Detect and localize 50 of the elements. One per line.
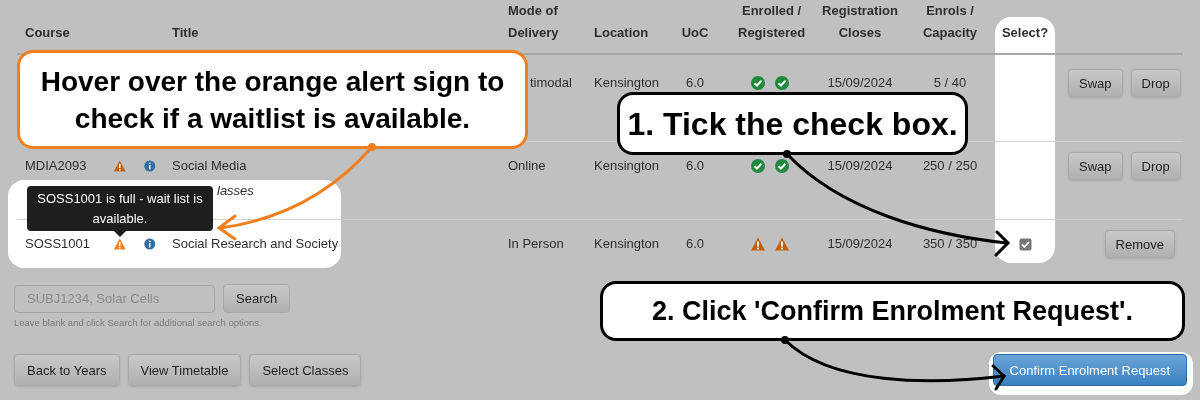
- course-code: MDIA2093: [25, 158, 87, 173]
- enrolment-count: 5 / 40: [933, 75, 967, 90]
- course-code: SOSS1001: [25, 236, 91, 251]
- callout: 2. Click 'Confirm Enrolment Request'.: [600, 281, 1185, 341]
- info-icon[interactable]: [142, 236, 156, 252]
- info-icon[interactable]: [142, 158, 156, 174]
- row-action-button[interactable]: Drop: [1130, 152, 1181, 180]
- column-header: Mode of Delivery: [508, 2, 560, 42]
- tooltip-pointer: [114, 231, 126, 237]
- delivery-mode: timodal: [530, 75, 572, 90]
- course-title: Social Media: [172, 157, 248, 175]
- location: Kensington: [594, 236, 660, 251]
- row-action-button[interactable]: Drop: [1130, 69, 1181, 97]
- enrolment-count: 250 / 250: [922, 158, 978, 173]
- column-header: Registration Closes: [821, 2, 899, 42]
- search-button[interactable]: Search: [223, 284, 291, 313]
- column-header: Location: [594, 24, 649, 42]
- warning-icon[interactable]: [774, 236, 790, 252]
- column-header: Title: [172, 24, 199, 42]
- location: Kensington: [594, 75, 660, 90]
- callout: 1. Tick the check box.: [617, 92, 968, 155]
- footer-button[interactable]: Select Classes: [249, 354, 362, 387]
- warning-icon[interactable]: [750, 236, 766, 252]
- course-note: lasses: [217, 182, 255, 200]
- course-title: Social Research and Society: [172, 235, 340, 253]
- delivery-mode: Online: [508, 158, 546, 173]
- search-hint: Leave blank and click Search for additional search options.: [14, 316, 263, 330]
- units-of-credit: 6.0: [685, 236, 705, 251]
- row-action-button[interactable]: Remove: [1104, 230, 1175, 258]
- footer-button[interactable]: Back to Years: [14, 354, 120, 387]
- units-of-credit: 6.0: [685, 75, 705, 90]
- location: Kensington: [594, 158, 660, 173]
- units-of-credit: 6.0: [685, 158, 705, 173]
- column-header: Select?: [1001, 24, 1049, 42]
- closing-date: 15/09/2024: [827, 158, 893, 173]
- enrolment-count: 350 / 350: [922, 236, 978, 251]
- column-header: Enrols / Capacity: [921, 2, 979, 42]
- closing-date: 15/09/2024: [827, 75, 893, 90]
- warning-icon[interactable]: [113, 158, 127, 174]
- column-header: Course: [25, 24, 70, 42]
- row-action-button[interactable]: Swap: [1068, 152, 1123, 180]
- delivery-mode: In Person: [508, 236, 564, 251]
- column-header: Enrolled / Registered: [738, 2, 806, 42]
- callout: Hover over the orange alert sign to check if a waitlist is available.: [17, 50, 528, 149]
- row-action-button[interactable]: Swap: [1068, 69, 1123, 97]
- column-header: UoC: [681, 24, 709, 42]
- tooltip: SOSS1001 is full - wait list is available.: [27, 186, 213, 231]
- footer-button[interactable]: View Timetable: [127, 354, 242, 387]
- warning-icon[interactable]: [113, 236, 127, 252]
- closing-date: 15/09/2024: [827, 236, 893, 251]
